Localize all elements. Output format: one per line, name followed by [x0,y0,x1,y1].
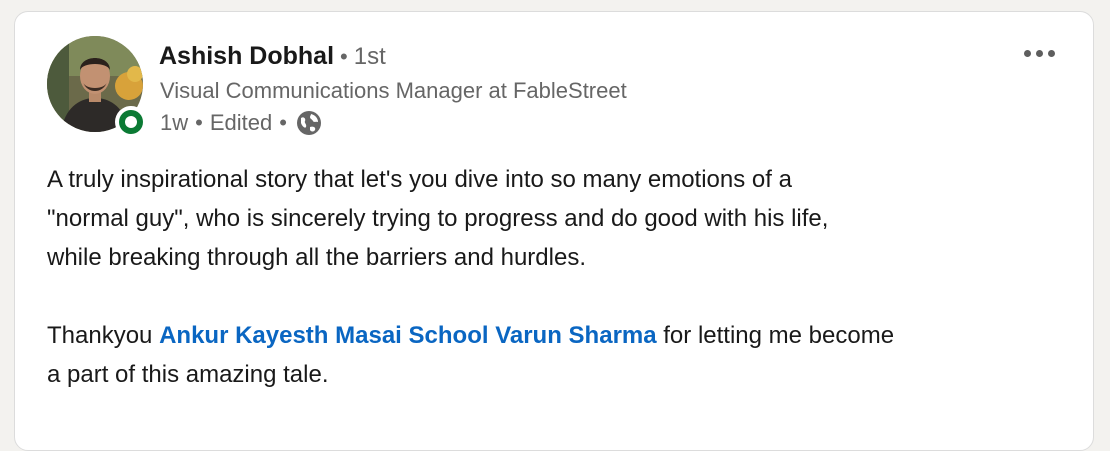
post-text-line: A truly inspirational story that let's y… [47,166,792,193]
thanks-suffix: for letting me become [656,322,895,349]
name-separator: • [340,44,348,69]
post-text-line: a part of this amazing tale. [47,361,329,388]
post-text-line: while breaking through all the barriers … [47,244,586,271]
connection-degree: 1st [353,43,386,70]
mention-varun-sharma[interactable]: Varun Sharma [495,322,656,349]
more-dot [1035,49,1043,57]
post-text: A truly inspirational story that let's y… [47,160,1067,394]
post-time[interactable]: 1w [160,108,188,138]
globe-icon [296,110,322,136]
thanks-prefix: Thankyou [47,322,160,349]
more-dot [1023,49,1031,57]
edited-label: Edited [209,110,273,135]
post-card: Ashish Dobhal • 1st Visual Communications … [14,11,1094,451]
author-name-row: Ashish Dobhal • 1st [159,39,386,77]
author-headline: Visual Communications Manager at FableSt… [160,78,627,103]
post-thanks-line: Thankyou Ankur Kayesth Masai School Varu… [47,316,1067,355]
online-status-indicator [115,106,147,138]
mention-ankur-kayesth[interactable]: Ankur Kayesth [159,322,328,349]
post-meta: 1w • Edited • [160,108,322,138]
post-text-line: "normal guy", who is sincerely trying to… [47,205,829,232]
meta-separator: • [279,110,287,135]
meta-separator: • [195,110,203,135]
mention-masai-school[interactable]: Masai School [335,322,488,349]
author-name[interactable]: Ashish Dobhal [159,42,334,70]
more-dot [1047,49,1055,57]
more-options-button[interactable] [1015,42,1063,64]
